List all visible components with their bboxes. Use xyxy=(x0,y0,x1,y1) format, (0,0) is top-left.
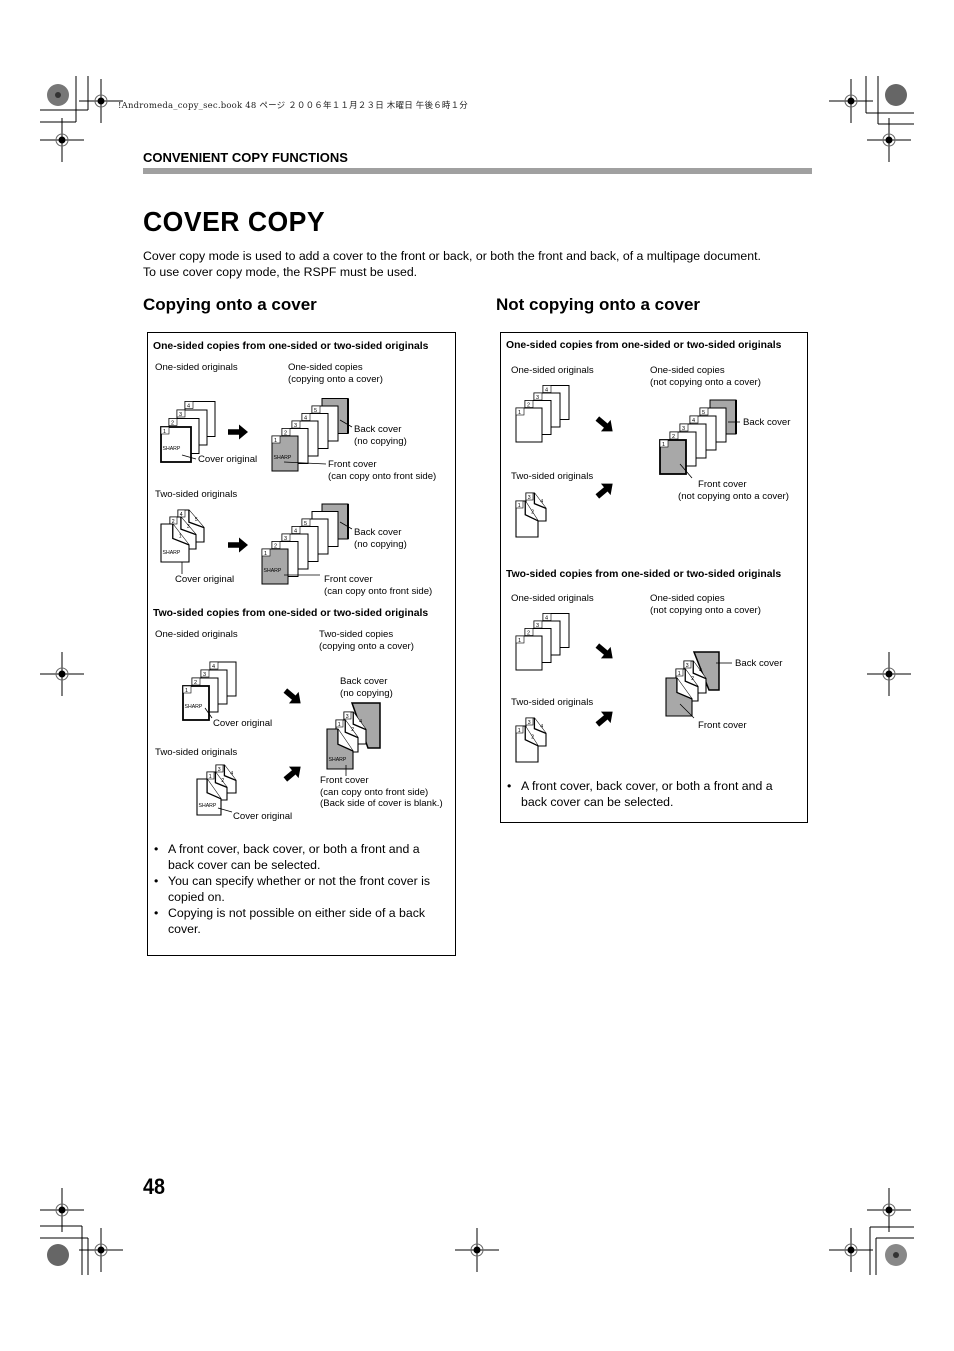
arrow-icon xyxy=(283,766,301,782)
back-page-number: 2 xyxy=(351,727,354,733)
back-page-number: 2 xyxy=(531,735,534,741)
arrow-shape xyxy=(283,688,301,704)
page-number-label: 1 xyxy=(274,438,277,444)
arrow-icon xyxy=(595,416,613,432)
front-sheet: 1 SHARP xyxy=(182,685,210,721)
page-number-label: 4 xyxy=(692,418,695,424)
sharp-logo-text: SHARP xyxy=(185,704,203,710)
back-page-number: 4 xyxy=(540,724,543,730)
back-page-number: 2 xyxy=(531,510,534,516)
arrow-icon xyxy=(595,483,613,499)
page-number-label: 1 xyxy=(518,410,521,416)
sharp-logo-text: SHARP xyxy=(163,550,181,556)
page-number-label: 3 xyxy=(179,412,182,418)
arrow-shape xyxy=(595,643,613,659)
diagrams: 4321SHARP54321SHARP45231SHARP54321SHARP4… xyxy=(160,385,740,816)
arrow-icon xyxy=(595,643,613,659)
page-number-label: 1 xyxy=(518,728,521,734)
back-page-number: 4 xyxy=(699,668,702,674)
back-page-number: 4 xyxy=(359,719,362,725)
sharp-logo-text: SHARP xyxy=(329,757,347,763)
page-number-label: 1 xyxy=(163,429,166,435)
page-number-label: 3 xyxy=(682,426,685,432)
page-number-label: 3 xyxy=(528,720,531,726)
arrow-shape xyxy=(228,537,248,553)
arrow-shape xyxy=(595,711,613,727)
sharp-logo-text: SHARP xyxy=(264,568,282,574)
page-number-label: 2 xyxy=(171,421,174,427)
sharp-logo-text: SHARP xyxy=(274,455,292,461)
back-page-number: 2 xyxy=(691,676,694,682)
page-number-label: 3 xyxy=(346,714,349,720)
page-number-label: 1 xyxy=(338,722,341,728)
page-number-label: 1 xyxy=(678,671,681,677)
page-number-label: 1 xyxy=(185,688,188,694)
back-page-number: 4 xyxy=(540,499,543,505)
front-sheet: 1 xyxy=(515,635,543,671)
page-number-label: 3 xyxy=(203,672,206,678)
back-page-number: 2 xyxy=(221,778,224,784)
back-page-number: 5 xyxy=(195,517,198,523)
arrow-icon xyxy=(228,424,248,440)
page-number-label: 1 xyxy=(518,503,521,509)
back-page-number: 4 xyxy=(230,771,233,777)
front-sheet: 1 SHARP xyxy=(271,435,299,472)
arrow-shape xyxy=(283,766,301,782)
arrow-icon xyxy=(595,711,613,727)
page-number-label: 4 xyxy=(212,664,215,670)
sharp-logo-text: SHARP xyxy=(163,446,181,452)
page-number-label: 1 xyxy=(209,774,212,780)
page-number-label: 3 xyxy=(686,663,689,669)
front-sheet: 1 SHARP xyxy=(160,426,192,463)
back-page-number: 3 xyxy=(187,524,190,530)
front-sheet: 1 xyxy=(515,407,543,443)
page-number-label: 1 xyxy=(264,551,267,557)
front-sheet: 1 SHARP xyxy=(261,548,289,585)
arrow-shape xyxy=(595,483,613,499)
page-number-label: 1 xyxy=(662,442,665,448)
page-number-label: 3 xyxy=(218,767,221,773)
arrow-shape xyxy=(595,416,613,432)
arrow-shape xyxy=(228,424,248,440)
back-page-number: 1 xyxy=(179,533,182,539)
arrow-icon xyxy=(228,537,248,553)
arrow-icon xyxy=(283,688,301,704)
page-number-label: 3 xyxy=(528,495,531,501)
front-sheet: 1 xyxy=(659,439,687,475)
page-number-label: 4 xyxy=(187,404,190,410)
page-number-label: 5 xyxy=(702,410,705,416)
page-number-label: 1 xyxy=(518,638,521,644)
page-number-label: 2 xyxy=(194,680,197,686)
sharp-logo-text: SHARP xyxy=(199,803,217,809)
